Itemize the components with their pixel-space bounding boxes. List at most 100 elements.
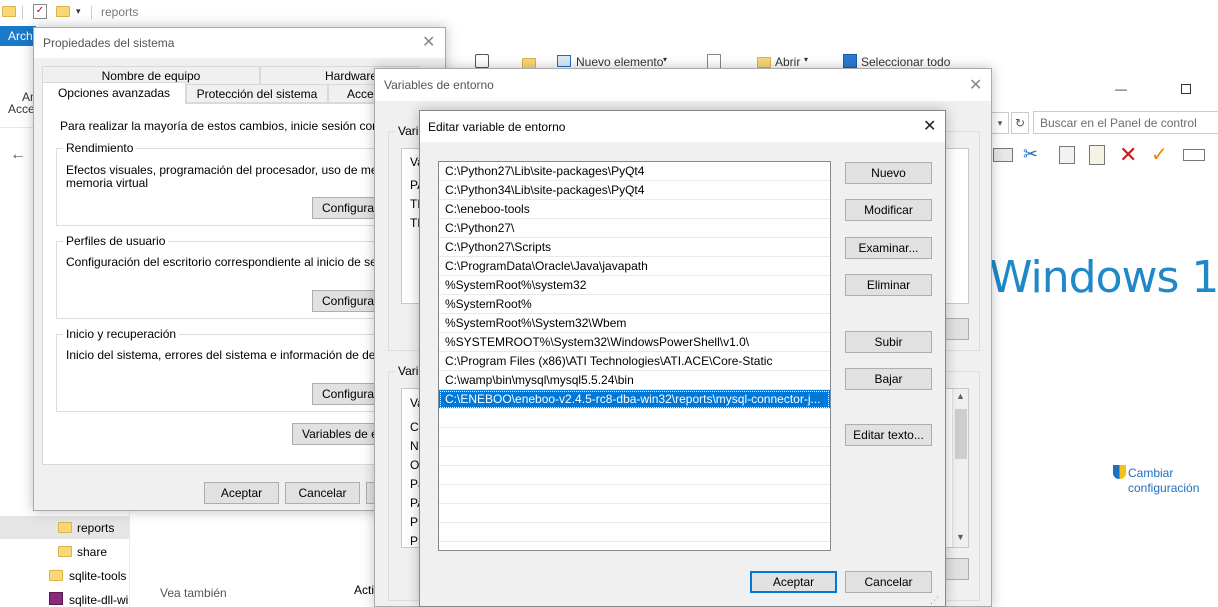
path-list-item[interactable]: C:\eneboo-tools — [439, 200, 830, 219]
copy-icon[interactable] — [1059, 146, 1075, 164]
abrir-button[interactable]: Abrir — [775, 55, 800, 69]
empty-list-row[interactable] — [439, 409, 830, 428]
delete-icon[interactable]: ✕ — [1119, 142, 1137, 168]
perfiles-group: Perfiles de usuario Configuración del es… — [56, 234, 421, 319]
editar-texto-button[interactable]: Editar texto... — [845, 424, 932, 446]
rename-icon[interactable] — [1183, 149, 1205, 161]
cambiar-configuracion-link-2[interactable]: configuración — [1128, 481, 1199, 495]
button-label: Modificar — [864, 203, 913, 217]
button-label: Cancelar — [864, 575, 913, 589]
nuevo-button[interactable]: Nuevo — [845, 162, 932, 184]
move-to-icon[interactable] — [475, 54, 489, 68]
scrollbar[interactable]: ▲ ▼ — [952, 389, 968, 547]
modificar-button[interactable]: Modificar — [845, 199, 932, 221]
nav-item-sqlite-dll[interactable]: sqlite-dll-wi — [0, 588, 130, 607]
address-dropdown[interactable]: ▾ — [991, 112, 1009, 134]
empty-list-row[interactable] — [439, 485, 830, 504]
button-label: Eliminar — [866, 278, 911, 292]
aceptar-button[interactable]: Aceptar — [204, 482, 279, 504]
new-item-icon — [557, 55, 571, 67]
examinar-button[interactable]: Examinar... — [845, 237, 932, 259]
title-bar: Editar variable de entorno ✕ — [420, 111, 945, 142]
dialog-title: Editar variable de entorno — [428, 120, 566, 134]
new-folder-icon[interactable] — [56, 6, 70, 17]
path-list-item[interactable]: C:\Python27\Scripts — [439, 238, 830, 257]
tab-proteccion-sistema[interactable]: Protección del sistema — [186, 84, 328, 103]
view-icon[interactable] — [993, 148, 1013, 162]
windows-10-logo: Windows 10 — [989, 252, 1218, 303]
archive-icon — [49, 592, 63, 605]
back-arrow-icon[interactable]: ← — [10, 146, 26, 164]
minimize-button[interactable]: — — [1115, 82, 1127, 96]
path-list[interactable]: C:\Python27\Lib\site-packages\PyQt4 C:\Py… — [438, 161, 831, 551]
shield-icon — [1113, 465, 1126, 479]
refresh-icon[interactable]: ↻ — [1011, 112, 1029, 134]
path-list-item[interactable]: %SystemRoot% — [439, 295, 830, 314]
empty-list-row[interactable] — [439, 504, 830, 523]
empty-list-row[interactable] — [439, 523, 830, 542]
close-icon[interactable]: ✕ — [969, 75, 982, 94]
empty-list-row[interactable] — [439, 447, 830, 466]
cancelar-button[interactable]: Cancelar — [285, 482, 360, 504]
button-label: Cancelar — [298, 486, 347, 500]
separator — [22, 6, 23, 19]
path-list-item[interactable]: C:\Python34\Lib\site-packages\PyQt4 — [439, 181, 830, 200]
nav-item-label: reports — [77, 521, 115, 535]
empty-list-row[interactable] — [439, 466, 830, 485]
group-title: Perfiles de usuario — [63, 234, 169, 248]
group-description: Configuración del escritorio correspondi… — [66, 255, 399, 269]
empty-list-row[interactable] — [439, 428, 830, 447]
eliminar-button[interactable]: Eliminar — [845, 274, 932, 296]
close-icon[interactable]: ✕ — [422, 32, 435, 51]
tab-archivo[interactable]: Archi — [0, 26, 36, 46]
subir-button[interactable]: Subir — [845, 331, 932, 353]
button-label: Editar texto... — [853, 428, 924, 442]
nav-item-share[interactable]: share — [0, 540, 130, 563]
close-icon[interactable]: ✕ — [923, 116, 936, 135]
path-list-item[interactable]: %SystemRoot%\system32 — [439, 276, 830, 295]
seleccionar-todo-button[interactable]: Seleccionar todo — [861, 55, 950, 69]
cancelar-button[interactable]: Cancelar — [845, 571, 932, 593]
chevron-down-icon: ▾ — [804, 55, 809, 64]
aceptar-button[interactable]: Aceptar — [750, 571, 837, 593]
select-all-icon — [843, 54, 857, 68]
check-icon[interactable]: ✓ — [1151, 142, 1168, 167]
path-list-item[interactable]: C:\wamp\bin\mysql\mysql5.5.24\bin — [439, 371, 830, 390]
path-list-item[interactable]: C:\Python27\ — [439, 219, 830, 238]
tab-opciones-avanzadas[interactable]: Opciones avanzadas — [42, 82, 186, 104]
properties-icon[interactable]: ✓ — [33, 4, 47, 19]
folder-open-icon — [757, 57, 771, 68]
nav-item-label: sqlite-tools — [69, 569, 127, 583]
scroll-down-icon[interactable]: ▼ — [956, 532, 965, 542]
tab-label: Nombre de equipo — [101, 69, 201, 83]
admin-notice: Para realizar la mayoría de estos cambio… — [60, 119, 422, 133]
cambiar-configuracion-link[interactable]: Cambiar — [1128, 466, 1173, 480]
folder-icon — [58, 522, 72, 533]
path-list-item[interactable]: C:\ProgramData\Oracle\Java\javapath — [439, 257, 830, 276]
title-bar: Propiedades del sistema ✕ — [34, 28, 445, 58]
path-list-item[interactable]: C:\ENEBOO\eneboo-v2.4.5-rc8-dba-win32\re… — [439, 390, 830, 409]
scroll-up-icon[interactable]: ▲ — [956, 391, 965, 401]
paste-icon[interactable] — [1089, 145, 1105, 165]
button-label: Nuevo — [871, 166, 906, 180]
resize-grip-icon[interactable]: ⋰ — [930, 595, 939, 606]
button-label: Bajar — [874, 372, 903, 386]
search-input[interactable]: Buscar en el Panel de control — [1033, 111, 1218, 134]
path-list-item[interactable]: C:\Python27\Lib\site-packages\PyQt4 — [439, 162, 830, 181]
nav-item-sqlite-tools[interactable]: sqlite-tools — [0, 564, 130, 587]
button-label: Aceptar — [220, 486, 263, 500]
customize-toolbar-icon[interactable]: ▾ — [76, 6, 81, 17]
path-list-item[interactable]: %SystemRoot%\System32\Wbem — [439, 314, 830, 333]
chevron-down-icon: ▾ — [663, 55, 668, 64]
nuevo-elemento-button[interactable]: Nuevo elemento — [576, 55, 663, 69]
nav-item-reports[interactable]: reports — [0, 516, 130, 539]
maximize-button[interactable] — [1181, 84, 1191, 94]
scrollbar-thumb[interactable] — [955, 409, 967, 459]
tab-label: Protección del sistema — [196, 87, 318, 101]
folder-icon[interactable] — [2, 6, 16, 17]
path-list-item[interactable]: %SYSTEMROOT%\System32\WindowsPowerShell\… — [439, 333, 830, 352]
bajar-button[interactable]: Bajar — [845, 368, 932, 390]
path-list-item[interactable]: C:\Program Files (x86)\ATI Technologies\… — [439, 352, 830, 371]
cut-icon[interactable]: ✂ — [1023, 144, 1038, 165]
group-title: Rendimiento — [63, 141, 137, 155]
